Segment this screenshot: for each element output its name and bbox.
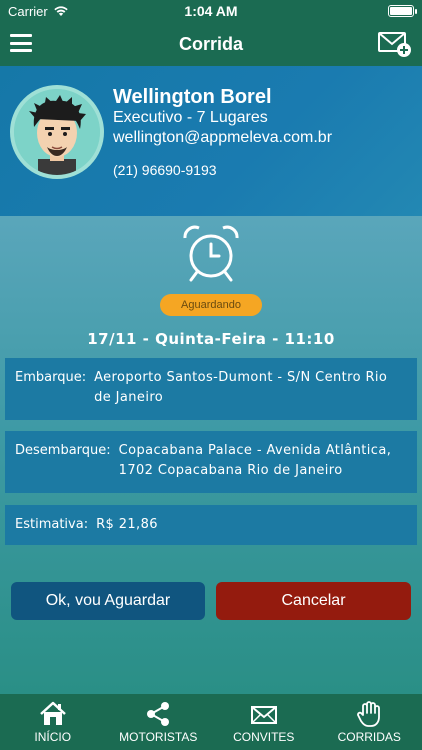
estimate-label: Estimativa: — [15, 517, 89, 532]
share-icon — [147, 702, 170, 726]
ride-details: Aguardando 17/11 - Quinta-Feira - 11:10 … — [0, 216, 422, 694]
navigation-bar: Corrida — [0, 22, 422, 66]
wifi-icon — [54, 5, 68, 16]
carrier-label: Carrier — [8, 3, 48, 19]
tab-label: CONVITES — [233, 730, 295, 744]
tab-label: CORRIDAS — [337, 730, 401, 744]
status-bar: Carrier 1:04 AM — [0, 0, 422, 22]
dropoff-card: Desembarque: Copacabana Palace - Avenida… — [5, 431, 417, 493]
tab-inicio[interactable]: INÍCIO — [0, 694, 106, 750]
estimate-value: R$ 21,86 — [96, 517, 158, 532]
driver-avatar — [10, 85, 104, 179]
estimate-card: Estimativa: R$ 21,86 — [5, 505, 417, 545]
page-title: Corrida — [178, 33, 243, 54]
ride-datetime: 17/11 - Quinta-Feira - 11:10 — [87, 330, 335, 348]
tab-convites[interactable]: CONVITES — [211, 694, 317, 750]
vehicle-category: Executivo - 7 Lugares — [113, 109, 268, 126]
dropoff-label: Desembarque: — [15, 443, 111, 458]
tab-label: MOTORISTAS — [119, 730, 198, 744]
driver-avatar-illustration — [14, 89, 100, 175]
status-left: Carrier — [8, 4, 68, 19]
dropoff-address: Copacabana Palace - Avenida Atlântica, 1… — [118, 443, 392, 478]
cancel-button[interactable]: Cancelar — [216, 582, 411, 620]
tab-corridas[interactable]: CORRIDAS — [317, 694, 422, 750]
status-badge: Aguardando — [160, 294, 262, 316]
pickup-label: Embarque: — [15, 370, 87, 385]
driver-phone[interactable]: (21) 96690-9193 — [113, 162, 217, 178]
hand-icon — [357, 701, 381, 727]
driver-email[interactable]: wellington@appmeleva.com.br — [113, 129, 332, 147]
tab-bar: INÍCIO MOTORISTAS CONVITES CORRIDAS — [0, 694, 422, 750]
home-icon — [39, 701, 66, 725]
pickup-card: Embarque: Aeroporto Santos-Dumont - S/N … — [5, 358, 417, 420]
pickup-address: Aeroporto Santos-Dumont - S/N Centro Rio… — [94, 370, 388, 405]
hamburger-menu-icon[interactable] — [10, 34, 32, 52]
tab-label: INÍCIO — [34, 730, 72, 744]
tab-motoristas[interactable]: MOTORISTAS — [106, 694, 212, 750]
ok-wait-button[interactable]: Ok, vou Aguardar — [11, 582, 205, 620]
battery-icon — [388, 5, 417, 17]
envelope-icon — [250, 706, 277, 724]
mail-add-icon[interactable] — [378, 30, 412, 58]
driver-profile: Wellington Borel Executivo - 7 Lugares w… — [0, 66, 422, 216]
driver-name: Wellington Borel — [113, 86, 272, 108]
alarm-clock-icon — [183, 225, 239, 282]
